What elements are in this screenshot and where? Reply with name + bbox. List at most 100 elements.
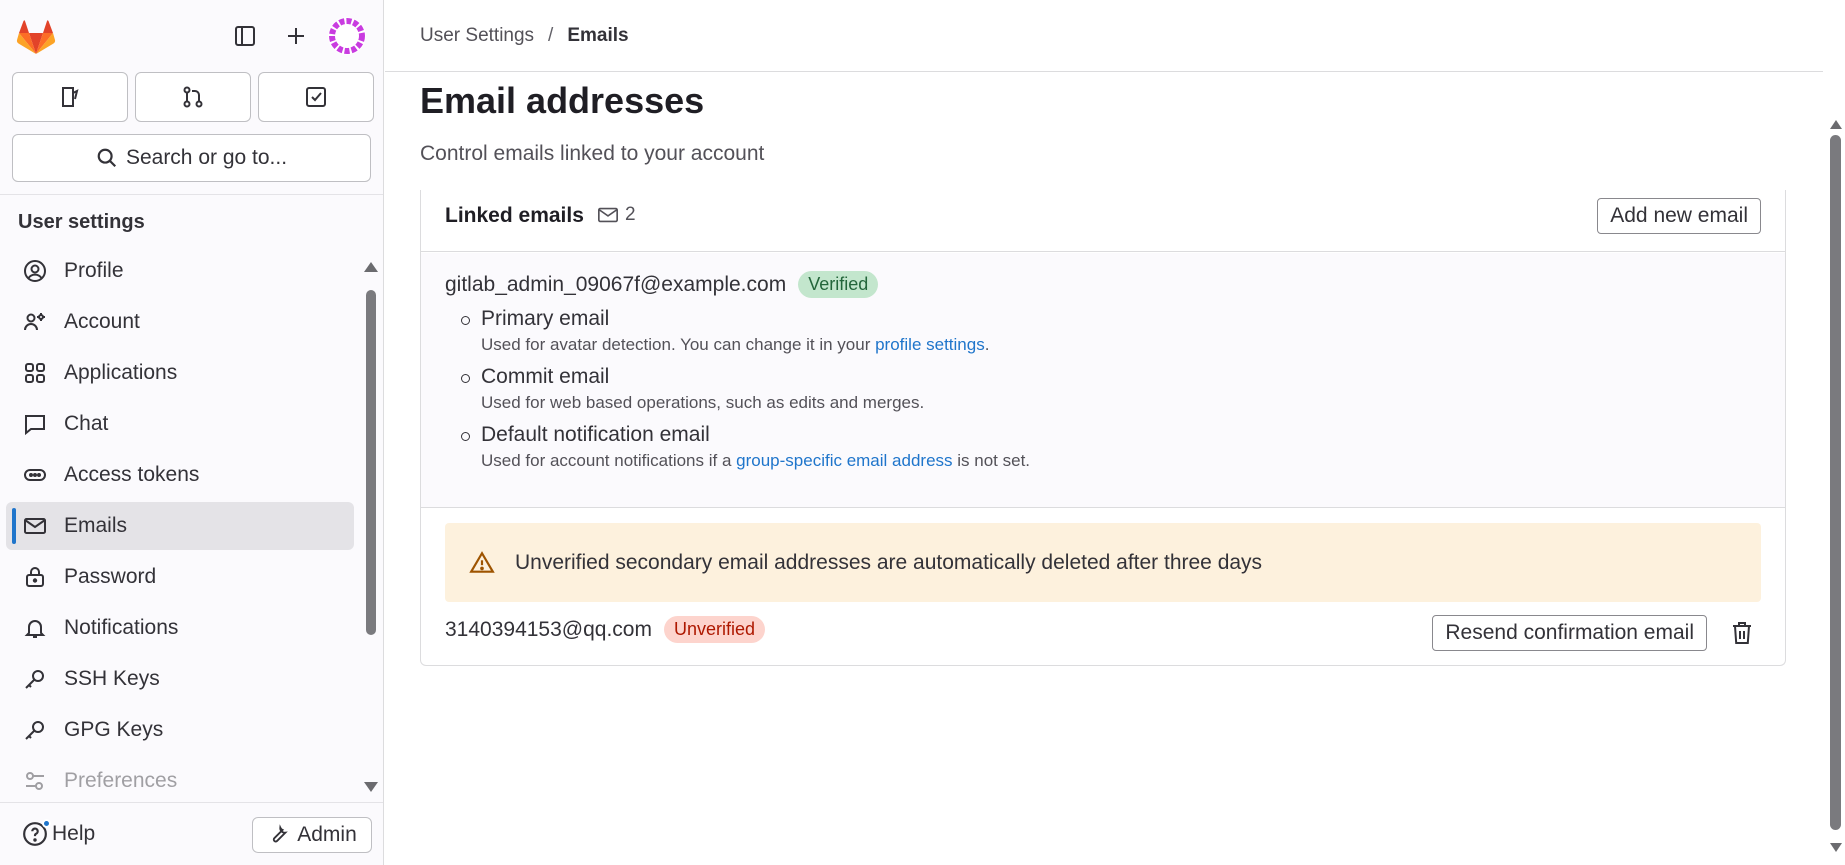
sidebar-item-label: Notifications: [64, 616, 179, 639]
merge-request-icon: [183, 86, 203, 108]
admin-label: Admin: [297, 823, 357, 846]
search-button[interactable]: Search or go to...: [12, 134, 371, 182]
secondary-email-row: 3140394153@qq.com Unverified: [445, 616, 766, 643]
sidebar-item-applications[interactable]: Applications: [6, 349, 354, 397]
warning-icon: [469, 550, 495, 576]
main-content: User Settings / Emails Email addresses C…: [385, 0, 1825, 865]
sidebar-item-preferences[interactable]: Preferences: [6, 757, 354, 800]
linked-emails-title: Linked emails: [445, 204, 584, 227]
merge-requests-button[interactable]: [135, 72, 251, 122]
email-roles-list: Primary email Used for avatar detection.…: [460, 307, 1031, 481]
status-badge: Verified: [798, 271, 879, 298]
page-scrollbar[interactable]: [1826, 0, 1845, 865]
sidebar-item-chat[interactable]: Chat: [6, 400, 354, 448]
sidebar-item-account[interactable]: Account: [6, 298, 354, 346]
linked-emails-card: Linked emails 2 Add new email gitlab_adm…: [420, 190, 1786, 666]
issues-icon: [62, 87, 79, 107]
primary-email-block: gitlab_admin_09067f@example.com Verified…: [421, 253, 1785, 508]
help-label: Help: [52, 822, 96, 845]
delete-email-button[interactable]: [1727, 618, 1757, 648]
add-new-email-button[interactable]: Add new email: [1597, 198, 1761, 234]
preferences-icon: [22, 768, 48, 794]
sidebar-item-label: Preferences: [64, 769, 178, 792]
sidebar-item-notifications[interactable]: Notifications: [6, 604, 354, 652]
wrench-icon: [273, 824, 289, 843]
sidebar-item-password[interactable]: Password: [6, 553, 354, 601]
account-icon: [22, 309, 48, 335]
sidebar-item-gpg-keys[interactable]: GPG Keys: [6, 706, 354, 754]
scroll-up-arrow-icon[interactable]: [1830, 120, 1842, 129]
sidebar-item-label: Chat: [64, 412, 109, 435]
search-icon: [97, 148, 116, 168]
role-name: Primary email: [481, 307, 610, 330]
todo-button[interactable]: [258, 72, 374, 122]
page-title: Email addresses: [420, 80, 705, 121]
admin-button[interactable]: Admin: [252, 817, 372, 853]
list-item: Primary email Used for avatar detection.…: [460, 307, 1030, 355]
sidebar-bottom: Help Admin: [0, 802, 383, 865]
group-specific-email-link[interactable]: group-specific email address: [736, 451, 952, 470]
applications-icon: [22, 360, 48, 386]
scroll-up-arrow-icon[interactable]: [364, 262, 378, 272]
sidebar-item-access-tokens[interactable]: Access tokens: [6, 451, 354, 499]
help-button[interactable]: Help: [22, 819, 96, 847]
sidebar-item-profile[interactable]: Profile: [6, 247, 354, 295]
email-count-value: 2: [625, 204, 636, 225]
issues-button[interactable]: [12, 72, 128, 122]
status-badge: Unverified: [663, 616, 766, 643]
primary-email-address: gitlab_admin_09067f@example.com: [445, 272, 787, 296]
todo-icon: [306, 87, 326, 107]
scroll-down-arrow-icon[interactable]: [1830, 843, 1842, 852]
sidebar-item-emails[interactable]: Emails: [6, 502, 354, 550]
resend-confirmation-button[interactable]: Resend confirmation email: [1432, 615, 1707, 651]
sidebar-top: [0, 0, 383, 72]
sidebar-item-label: Emails: [64, 514, 128, 537]
sidebar-item-label: Profile: [64, 259, 124, 282]
sidebar-item-ssh-keys[interactable]: SSH Keys: [6, 655, 354, 703]
breadcrumb-separator: /: [548, 24, 554, 46]
sidebar-item-label: Applications: [64, 361, 178, 384]
sidebar-divider: [0, 194, 383, 195]
trash-icon: [1733, 622, 1751, 644]
sidebar-scrollbar[interactable]: [364, 262, 378, 792]
breadcrumb-current[interactable]: Emails: [567, 25, 628, 47]
gitlab-logo-icon[interactable]: [16, 18, 56, 56]
email-count: 2: [597, 204, 636, 226]
key-icon: [22, 717, 48, 743]
sidebar-item-label: GPG Keys: [64, 718, 164, 741]
token-icon: [22, 462, 48, 488]
primary-email-row: gitlab_admin_09067f@example.com Verified: [445, 271, 879, 298]
page-subtitle: Control emails linked to your account: [420, 142, 765, 165]
role-name: Commit email: [481, 365, 610, 388]
sidebar-heading: User settings: [18, 211, 145, 233]
help-notification-dot: [42, 819, 51, 828]
search-label: Search or go to...: [125, 146, 288, 169]
sidebar: Search or go to... User settings Profile…: [0, 0, 384, 865]
key-icon: [22, 666, 48, 692]
list-item: Default notification email Used for acco…: [460, 423, 1031, 471]
profile-settings-link[interactable]: profile settings: [875, 335, 985, 354]
quick-actions: [12, 72, 374, 122]
avatar[interactable]: [328, 17, 366, 55]
alert-text: Unverified secondary email addresses are…: [515, 550, 1263, 574]
breadcrumb: User Settings / Emails: [385, 0, 1823, 72]
page-scroll-thumb[interactable]: [1830, 135, 1841, 830]
sidebar-item-label: Access tokens: [64, 463, 200, 486]
sidebar-item-label: Account: [64, 310, 140, 333]
plus-icon[interactable]: [280, 20, 312, 52]
scroll-down-arrow-icon[interactable]: [364, 782, 378, 792]
sidebar-item-label: SSH Keys: [64, 667, 160, 690]
bell-icon: [22, 615, 48, 641]
sidebar-scroll-thumb[interactable]: [366, 290, 376, 635]
sidebar-item-label: Password: [64, 565, 157, 588]
secondary-email-address: 3140394153@qq.com: [445, 617, 652, 641]
role-description: Used for account notifications if a grou…: [481, 451, 1031, 470]
unverified-warning-alert: Unverified secondary email addresses are…: [445, 523, 1761, 602]
settings-nav: Profile Account Applications Chat Access…: [6, 247, 354, 800]
mail-icon: [22, 513, 48, 539]
chat-icon: [22, 411, 48, 437]
sidebar-toggle-icon[interactable]: [229, 20, 261, 52]
role-description: Used for web based operations, such as e…: [481, 393, 925, 412]
mail-icon: [598, 207, 618, 223]
breadcrumb-parent[interactable]: User Settings: [420, 25, 534, 47]
